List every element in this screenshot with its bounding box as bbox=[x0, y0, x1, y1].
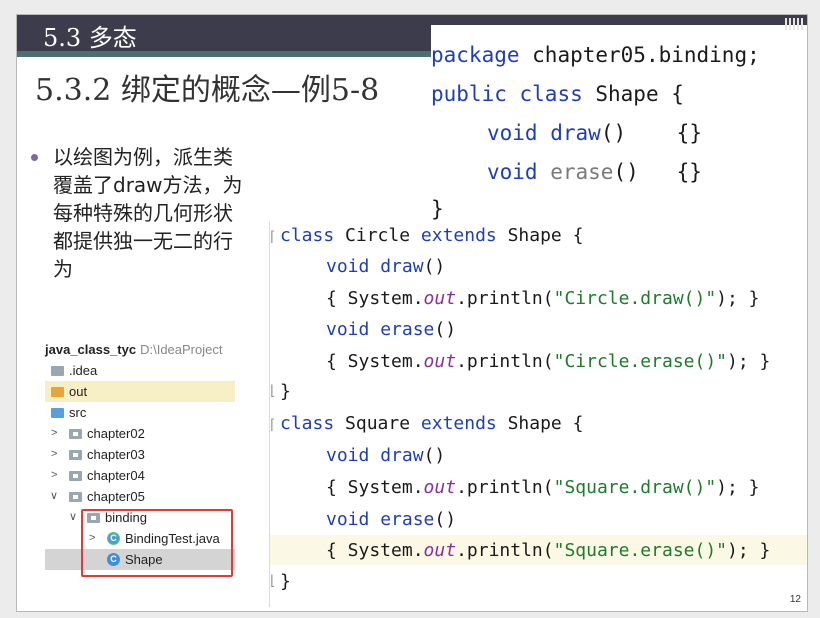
folder-icon bbox=[69, 429, 82, 439]
folder-icon bbox=[69, 450, 82, 460]
tree-item-label: chapter05 bbox=[87, 489, 145, 504]
chevron-right-icon[interactable]: > bbox=[51, 444, 57, 465]
code-line: { System.out.println("Square.draw()"); } bbox=[326, 477, 760, 498]
chevron-down-icon[interactable]: ∨ bbox=[50, 486, 58, 507]
page-number: 12 bbox=[789, 594, 801, 605]
project-name: java_class_tyc bbox=[45, 342, 137, 357]
chevron-right-icon[interactable]: > bbox=[51, 423, 57, 444]
code-line: { System.out.println("Square.erase()"); … bbox=[326, 540, 771, 561]
code-line: void erase() bbox=[326, 509, 457, 530]
section-title: 5.3 多态 bbox=[43, 24, 137, 52]
folder-icon bbox=[51, 387, 64, 397]
tree-item-chapter05[interactable]: ∨ chapter05 bbox=[45, 486, 235, 507]
chevron-down-icon[interactable]: ∨ bbox=[69, 507, 77, 528]
code-line: { System.out.println("Circle.draw()"); } bbox=[326, 288, 760, 309]
folder-icon bbox=[51, 408, 64, 418]
folder-icon bbox=[69, 471, 82, 481]
tree-item-idea[interactable]: .idea bbox=[45, 360, 235, 381]
project-path: D:\IdeaProject bbox=[140, 342, 223, 357]
slide-subtitle: 5.3.2 绑定的概念—例5-8 bbox=[35, 73, 380, 108]
code-block-shape: package chapter05.binding; public class … bbox=[431, 25, 807, 221]
highlight-box bbox=[81, 509, 233, 577]
tree-item-label: src bbox=[69, 405, 87, 420]
fold-icon[interactable]: ⌊ bbox=[268, 383, 276, 399]
code-block-subclasses: ⌈ class Circle extends Shape { void draw… bbox=[268, 221, 807, 607]
folder-icon bbox=[51, 366, 64, 376]
tree-item-label: out bbox=[69, 384, 88, 399]
tree-item-src[interactable]: src bbox=[45, 402, 235, 423]
folder-icon bbox=[69, 492, 82, 502]
code-line: void erase() {} bbox=[487, 160, 702, 184]
tree-item-label: .idea bbox=[69, 363, 98, 378]
bullet-text: 以绘图为例，派生类覆盖了draw方法，为每种特殊的几何形状都提供独一无二的行为 bbox=[53, 145, 243, 281]
corner-decoration bbox=[785, 15, 807, 30]
fold-icon[interactable]: ⌈ bbox=[268, 229, 276, 245]
code-line: } bbox=[280, 381, 291, 402]
code-line: void draw() bbox=[326, 256, 446, 277]
tree-item-label: chapter04 bbox=[87, 468, 145, 483]
code-line: void draw() {} bbox=[487, 121, 702, 145]
code-line: void erase() bbox=[326, 319, 457, 340]
tree-item-label: chapter02 bbox=[87, 426, 145, 441]
slide: 5.3 多态 5.3.2 绑定的概念—例5-8 以绘图为例，派生类覆盖了draw… bbox=[16, 14, 808, 612]
code-line: } bbox=[431, 197, 444, 221]
code-line: } bbox=[280, 571, 291, 592]
tree-item-chapter02[interactable]: > chapter02 bbox=[45, 423, 235, 444]
fold-icon[interactable]: ⌈ bbox=[268, 417, 276, 433]
chevron-right-icon[interactable]: > bbox=[51, 465, 57, 486]
tree-item-chapter04[interactable]: > chapter04 bbox=[45, 465, 235, 486]
fold-icon[interactable]: ⌊ bbox=[268, 573, 276, 589]
tree-item-chapter03[interactable]: > chapter03 bbox=[45, 444, 235, 465]
bullet-point: 以绘图为例，派生类覆盖了draw方法，为每种特殊的几何形状都提供独一无二的行为 bbox=[31, 143, 246, 283]
code-line: { System.out.println("Circle.erase()"); … bbox=[326, 351, 771, 372]
tree-item-out[interactable]: out bbox=[45, 381, 235, 402]
code-line: class Circle extends Shape { bbox=[280, 225, 584, 246]
tree-item-label: chapter03 bbox=[87, 447, 145, 462]
code-line: public class Shape { bbox=[431, 82, 684, 106]
bullet-dot-icon bbox=[31, 154, 38, 161]
code-line: void draw() bbox=[326, 445, 446, 466]
code-line: package chapter05.binding; bbox=[431, 43, 760, 67]
tree-root[interactable]: java_class_tyc D:\IdeaProject bbox=[45, 339, 235, 360]
code-line: class Square extends Shape { bbox=[280, 413, 584, 434]
